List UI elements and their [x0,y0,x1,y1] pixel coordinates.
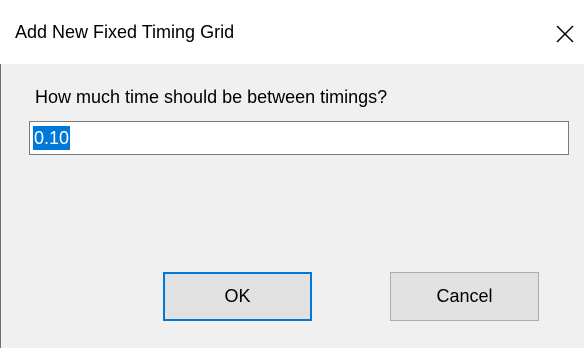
close-button[interactable] [552,16,580,48]
window-title: Add New Fixed Timing Grid [15,22,235,42]
cancel-button[interactable]: Cancel [390,272,539,321]
ok-button[interactable]: OK [163,272,312,321]
close-icon [556,25,574,43]
interval-input[interactable]: 0.10 [29,121,569,155]
fixed-timing-grid-dialog: Add New Fixed Timing Grid How much time … [0,0,584,348]
window-border [0,64,1,348]
interval-input-value[interactable]: 0.10 [33,126,71,150]
prompt-label: How much time should be between timings? [35,87,388,107]
title-bar[interactable]: Add New Fixed Timing Grid [0,0,584,64]
